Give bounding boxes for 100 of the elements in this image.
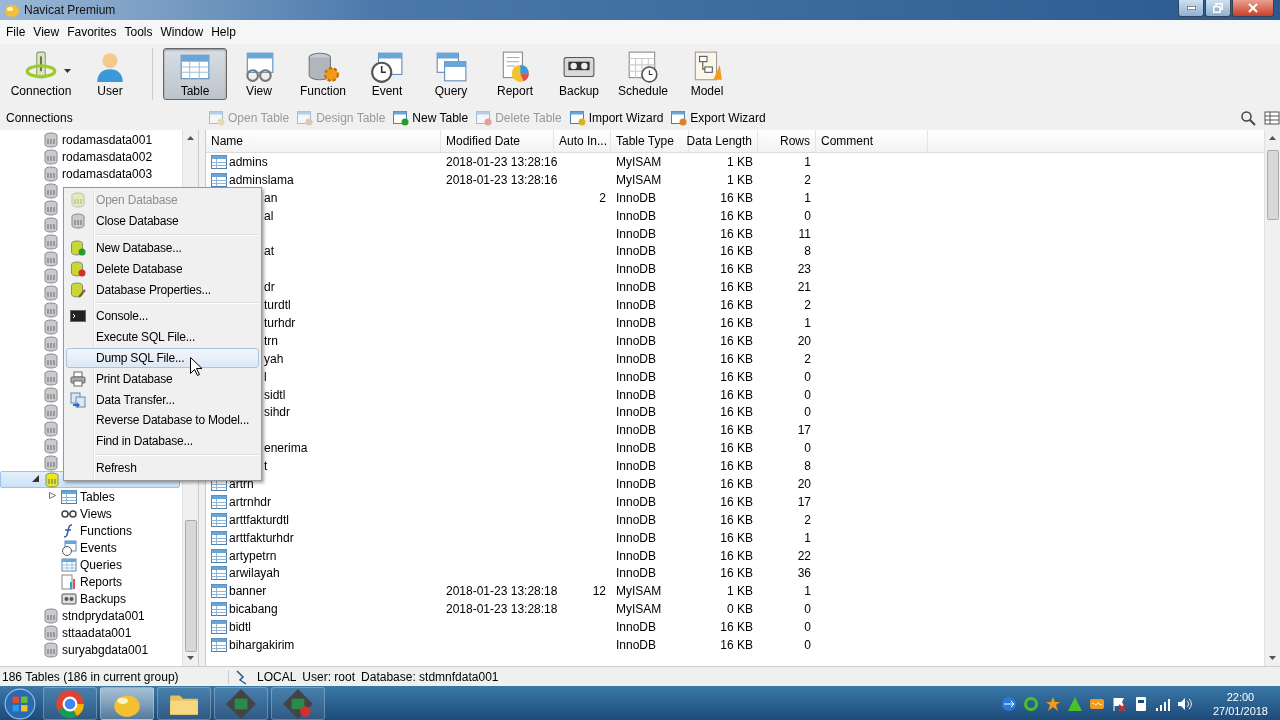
table-cell: InnoDB	[616, 298, 657, 313]
table-cell: 2018-01-23 13:28:18	[446, 584, 558, 599]
table-cell: dr	[264, 280, 275, 295]
table-cell: 0	[804, 602, 811, 617]
table-cell: 0	[804, 208, 811, 223]
table-cell: 2	[804, 298, 811, 313]
table-cell: banner	[229, 584, 267, 599]
table-cell: 16 KB	[720, 423, 753, 438]
table-cell: 20	[797, 333, 811, 348]
status-text: Database: stdmnfdata001	[361, 669, 499, 684]
table-cell: an	[264, 190, 278, 205]
table-cell: 2018-01-23 13:28:18	[446, 602, 558, 617]
table-cell: t	[264, 459, 268, 474]
table-cell: turdtl	[264, 298, 291, 313]
table-cell: 16 KB	[720, 512, 753, 527]
table-cell: sihdr	[264, 405, 290, 420]
table-cell: InnoDB	[616, 244, 657, 259]
table-cell: MyISAM	[616, 154, 662, 169]
table-cell: artrn	[229, 476, 254, 491]
date-text: 27/01/2018	[1212, 703, 1268, 718]
table-cell: MyISAM	[616, 172, 662, 187]
table-cell: at	[264, 244, 274, 259]
table-cell: InnoDB	[616, 226, 657, 241]
table-cell: InnoDB	[616, 566, 657, 581]
table-cell: InnoDB	[616, 280, 657, 295]
time-text: 22:00	[1226, 689, 1255, 704]
table-cell: 16 KB	[720, 494, 753, 509]
table-cell: 1	[804, 154, 811, 169]
table-cell: arttfakturhdr	[229, 530, 294, 545]
table-cell: turhdr	[264, 315, 296, 330]
table-cell: enerima	[264, 441, 308, 456]
table-cell: InnoDB	[616, 494, 657, 509]
table-cell: 2	[804, 351, 811, 366]
table-cell: 1	[804, 315, 811, 330]
table-cell: 1 KB	[727, 172, 753, 187]
table-cell: 16 KB	[720, 298, 753, 313]
table-cell: 1	[804, 530, 811, 545]
table-cell: 36	[797, 566, 811, 581]
table-cell: 16 KB	[720, 190, 753, 205]
table-cell: 16 KB	[720, 333, 753, 348]
table-cell: InnoDB	[616, 530, 657, 545]
table-cell: 17	[797, 494, 811, 509]
table-cell: InnoDB	[616, 548, 657, 563]
table-cell: 16 KB	[720, 280, 753, 295]
table-cell: 2	[599, 190, 606, 205]
table-cell: 16 KB	[720, 244, 753, 259]
table-cell: 1 KB	[727, 584, 753, 599]
table-cell: 0	[804, 441, 811, 456]
table-cell: 16 KB	[720, 226, 753, 241]
table-cell: 21	[797, 280, 811, 295]
table-cell: adminslama	[229, 172, 294, 187]
table-cell: 16 KB	[720, 620, 753, 635]
table-cell: 0 KB	[727, 602, 753, 617]
table-cell: 0	[804, 387, 811, 402]
status-text: User: root	[302, 669, 356, 684]
table-cell: 16 KB	[720, 459, 753, 474]
table-cell: MyISAM	[616, 584, 662, 599]
table-cell: 16 KB	[720, 315, 753, 330]
window-title: Navicat Premium	[24, 3, 116, 17]
table-cell: 2018-01-23 13:28:16	[446, 172, 558, 187]
table-cell: InnoDB	[616, 476, 657, 491]
table-cell: MyISAM	[616, 602, 662, 617]
table-cell: InnoDB	[616, 315, 657, 330]
status-text: 186 Tables (186 in current group)	[0, 669, 229, 684]
table-cell: trn	[264, 333, 278, 348]
table-cell: InnoDB	[616, 405, 657, 420]
table-cell: artypetrn	[229, 548, 277, 563]
table-cell: yah	[264, 351, 284, 366]
table-cell: InnoDB	[616, 423, 657, 438]
table-cell: 1 KB	[727, 154, 753, 169]
panel-title: Connections	[5, 111, 74, 125]
table-cell: InnoDB	[616, 333, 657, 348]
table-cell: arttfakturdtl	[229, 512, 290, 527]
table-cell: l	[264, 369, 267, 384]
table-cell: 16 KB	[720, 530, 753, 545]
table-cell: 16 KB	[720, 208, 753, 223]
table-cell: bidtl	[229, 620, 251, 635]
table-cell: 0	[804, 369, 811, 384]
table-cell: 20	[797, 476, 811, 491]
status-text: LOCAL	[257, 669, 297, 684]
table-cell: 16 KB	[720, 638, 753, 652]
table-cell: 16 KB	[720, 351, 753, 366]
table-cell: 8	[804, 459, 811, 474]
table-cell: 1	[804, 190, 811, 205]
table-cell: 2	[804, 172, 811, 187]
table-cell: admins	[229, 154, 268, 169]
table-cell: InnoDB	[616, 262, 657, 277]
table-cell: 17	[797, 423, 811, 438]
table-cell: arwilayah	[229, 566, 280, 581]
table-cell: 0	[804, 638, 811, 652]
table-cell: bihargakirim	[229, 638, 295, 652]
table-cell: 16 KB	[720, 441, 753, 456]
table-cell: InnoDB	[616, 441, 657, 456]
table-cell: InnoDB	[616, 369, 657, 384]
table-cell: 16 KB	[720, 548, 753, 563]
table-cell: 16 KB	[720, 369, 753, 384]
table-cell: al	[264, 208, 274, 223]
table-cell: 1	[804, 584, 811, 599]
table-cell: sidtl	[264, 387, 286, 402]
table-cell: 16 KB	[720, 476, 753, 491]
